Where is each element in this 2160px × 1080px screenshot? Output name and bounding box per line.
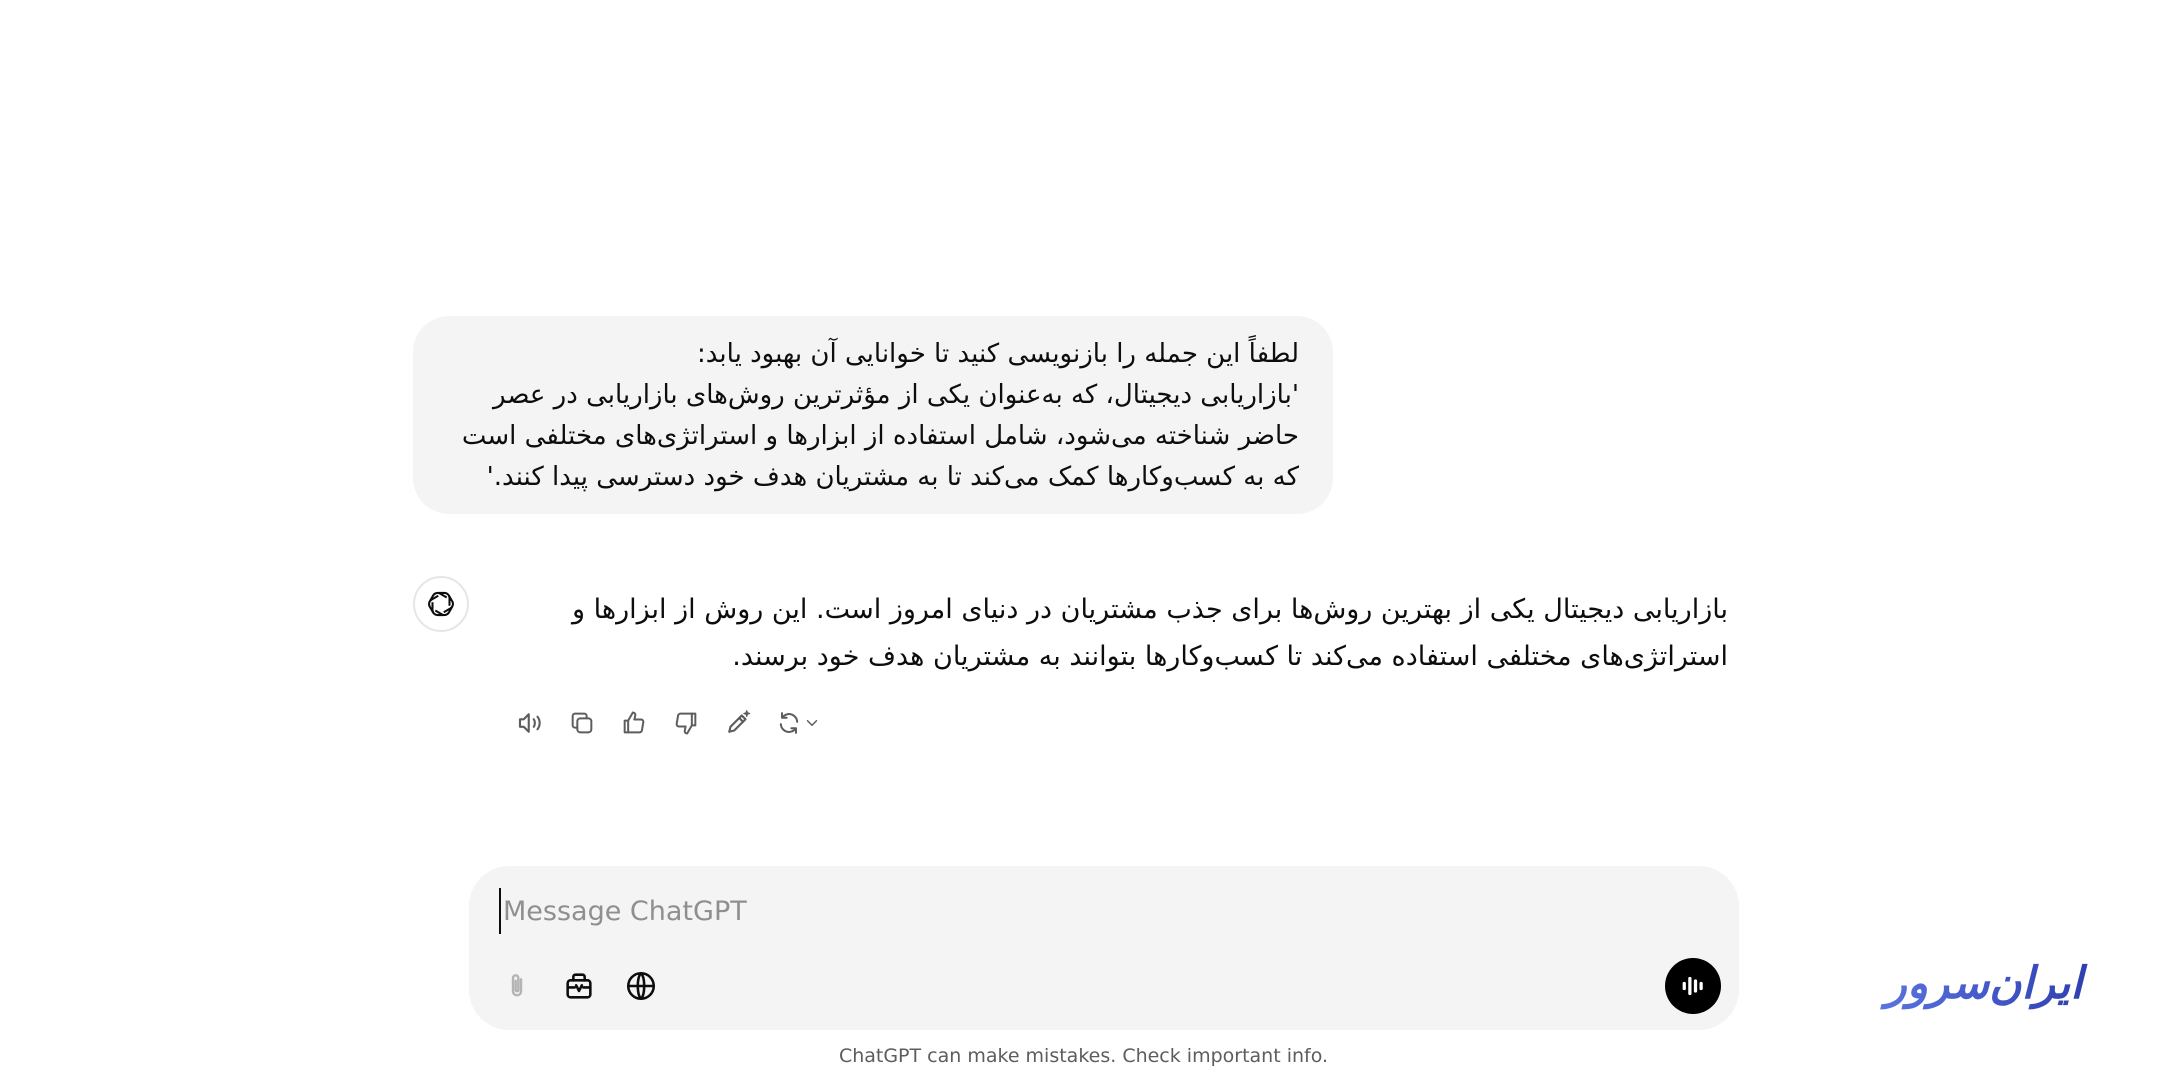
thumbs-up-icon (623, 711, 645, 734)
copy-icon (571, 712, 593, 734)
assistant-message-line: استراتژی‌های مختلفی استفاده می‌کند تا کس… (732, 641, 1728, 672)
globe-icon (626, 971, 656, 1001)
assistant-message-line: بازاریابی دیجیتال یکی از بهترین روش‌ها ب… (572, 594, 1728, 625)
disclaimer-label: ChatGPT can make mistakes. Check importa… (838, 1045, 1329, 1067)
user-message-line: حاضر شناخته می‌شود، شامل استفاده از ابزا… (461, 421, 1299, 451)
openai-logo-icon (428, 591, 454, 617)
read-aloud-button[interactable] (508, 703, 552, 743)
chat-page: لطفاً این جمله را بازنویسی کنید تا خوانا… (0, 0, 2160, 1080)
chevron-down-icon (806, 720, 818, 726)
attach-button[interactable] (493, 962, 541, 1010)
bad-response-button[interactable] (664, 703, 708, 743)
iranserver-watermark-logo: ایران‌سرور (1880, 958, 2089, 1010)
assistant-message: بازاریابی دیجیتال یکی از بهترین روش‌ها ب… (560, 586, 1728, 680)
pencil-sparkle-icon (728, 710, 751, 733)
message-composer (469, 866, 1739, 1030)
tools-button[interactable] (555, 962, 603, 1010)
search-web-button[interactable] (617, 962, 665, 1010)
voice-mode-button[interactable] (1665, 958, 1721, 1014)
copy-button[interactable] (560, 703, 604, 743)
speaker-icon (518, 713, 541, 733)
toolbox-icon (566, 973, 592, 999)
user-message-line: لطفاً این جمله را بازنویسی کنید تا خوانا… (697, 339, 1299, 369)
regenerate-button[interactable] (768, 703, 828, 743)
svg-text:ایران‌سرور: ایران‌سرور (1880, 958, 2089, 1010)
user-message-line: 'بازاریابی دیجیتال، که به‌عنوان یکی از م… (493, 380, 1299, 410)
user-message-line: که به کسب‌وکارها کمک می‌کند تا به مشتریا… (486, 462, 1299, 492)
assistant-avatar (413, 576, 469, 632)
voice-waveform-icon (1682, 976, 1703, 996)
user-message-bubble: لطفاً این جمله را بازنویسی کنید تا خوانا… (413, 316, 1333, 514)
thumbs-down-icon (675, 712, 697, 735)
message-input[interactable] (499, 888, 1705, 934)
edit-in-canvas-button[interactable] (716, 703, 760, 743)
paperclip-icon (511, 974, 523, 997)
composer-tools (493, 962, 679, 1010)
message-actions (508, 703, 836, 743)
refresh-icon (779, 712, 799, 734)
disclaimer-text: ChatGPT can make mistakes. Check importa… (0, 1045, 2160, 1067)
good-response-button[interactable] (612, 703, 656, 743)
